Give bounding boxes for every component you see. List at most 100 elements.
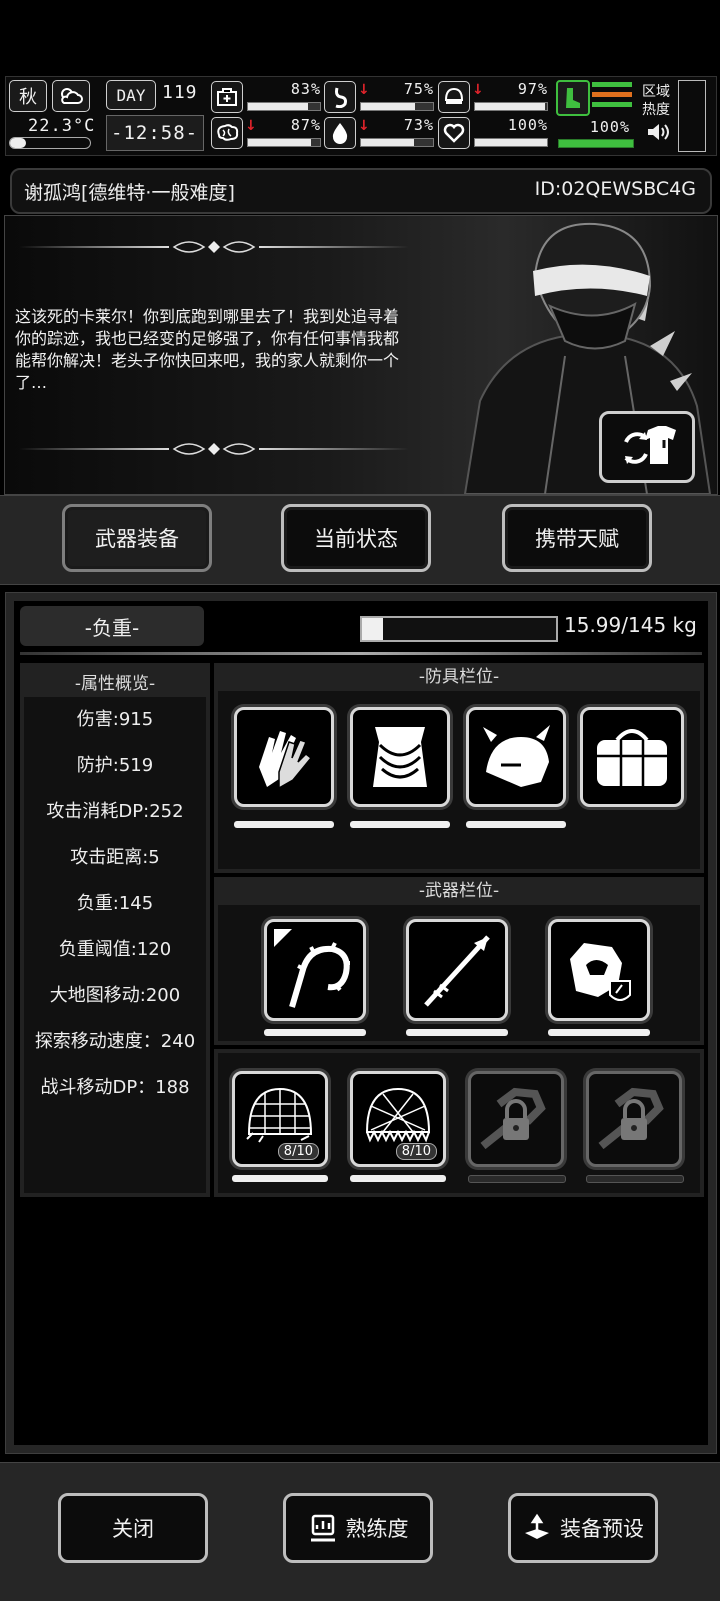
load-text: 15.99/145 kg	[564, 613, 697, 637]
equipment-panel: -负重- 15.99/145 kg -属性概览- 伤害:915 防护:519 攻…	[5, 592, 717, 1454]
stat-bar	[247, 102, 321, 111]
vest-icon	[373, 727, 427, 787]
attr-explore-speed: 探索移动速度：240	[34, 1031, 196, 1052]
armor-slot-gloves[interactable]	[234, 707, 334, 807]
preset-icon	[525, 1513, 549, 1539]
durability-bar	[234, 821, 334, 828]
consumable-slot-net-trap[interactable]: 8/10	[232, 1071, 328, 1167]
thermometer-icon	[9, 137, 91, 149]
attr-attack-range: 攻击距离:5	[70, 847, 160, 868]
attr-map-move: 大地图移动:200	[49, 985, 181, 1006]
attribute-list: 伤害:915 防护:519 攻击消耗DP:252 攻击距离:5 负重:145 负…	[24, 697, 206, 1193]
clock-panel: -12:58-	[106, 115, 204, 151]
season-badge: 秋	[9, 80, 47, 112]
proficiency-button[interactable]: 熟练度	[283, 1493, 433, 1563]
weapon-slot-fist[interactable]	[548, 919, 650, 1021]
armor-header: -防具栏位-	[418, 667, 500, 687]
close-label: 关闭	[112, 1517, 154, 1541]
preset-label: 装备预设	[560, 1517, 644, 1541]
bottom-action-bar: 关闭 熟练度 装备预设	[0, 1462, 720, 1601]
attribute-header: -属性概览-	[74, 674, 156, 694]
tab-carried-talents[interactable]: 携带天赋	[502, 504, 652, 572]
tab-label: 武器装备	[95, 527, 179, 551]
attr-load-threshold: 负重阈值:120	[58, 939, 172, 960]
stat-value: 100%	[507, 116, 548, 134]
attribute-overview: -属性概览- 伤害:915 防护:519 攻击消耗DP:252 攻击距离:5 负…	[20, 663, 210, 1197]
armor-slot-bag[interactable]	[580, 707, 684, 807]
horned-helmet-icon	[483, 725, 550, 787]
stat-bar	[247, 138, 321, 147]
durability-bar	[548, 1029, 650, 1036]
consumable-slots-panel: 8/10 8/10	[214, 1049, 704, 1197]
armored-fist-icon	[570, 943, 631, 1001]
lock-icon	[480, 1087, 546, 1150]
weather-icon	[52, 80, 90, 112]
tab-weapon-equipment[interactable]: 武器装备	[62, 504, 212, 572]
weapon-slot-whip[interactable]	[264, 919, 366, 1021]
gloves-icon	[259, 731, 313, 790]
temperature: 22.3°C	[28, 116, 96, 136]
spear-icon	[424, 935, 490, 1007]
load-progress-bar	[360, 616, 558, 642]
tab-bar: 武器装备 当前状态 携带天赋	[0, 495, 720, 585]
stomach-icon	[324, 81, 356, 113]
stamina-value: 100%	[589, 118, 630, 136]
stamina-block	[556, 80, 634, 116]
weapon-header: -武器栏位-	[418, 881, 500, 901]
attr-combat-move: 战斗移动DP：188	[40, 1077, 190, 1098]
boot-icon	[556, 80, 590, 116]
story-text: 这该死的卡莱尔！你到底跑到哪里去了！我到处追寻着你的踪迹，我也已经变的足够强了，…	[15, 307, 400, 392]
region-heat-label: 区域热度	[642, 84, 670, 118]
heart-icon	[438, 117, 470, 149]
player-name-bar: 谢孤鸿[德维特·一般难度] ID:02QEWSBC4G	[10, 168, 712, 214]
armor-slot-helmet[interactable]	[466, 707, 566, 807]
stat-bar	[360, 102, 434, 111]
clock: -12:58-	[111, 122, 199, 144]
day-label: DAY	[106, 80, 156, 110]
tab-current-status[interactable]: 当前状态	[281, 504, 431, 572]
stat-value: 97%	[517, 80, 548, 98]
consumable-slot-locked[interactable]	[586, 1071, 682, 1167]
proficiency-icon	[310, 1514, 335, 1542]
durability-bar	[264, 1029, 366, 1036]
tab-label: 携带天赋	[535, 527, 619, 551]
armor-slots-panel: -防具栏位-	[214, 663, 704, 873]
thorn-whip-icon	[274, 929, 350, 1008]
medkit-icon	[211, 81, 243, 113]
durability-bar	[466, 821, 566, 828]
player-id: ID:02QEWSBC4G	[534, 178, 696, 200]
water-drop-icon	[324, 117, 356, 149]
proficiency-label: 熟练度	[345, 1517, 409, 1541]
change-outfit-button[interactable]	[599, 411, 695, 483]
armor-slot-vest[interactable]	[350, 707, 450, 807]
stat-bar	[360, 138, 434, 147]
stat-value: 75%	[403, 80, 434, 98]
divider	[20, 652, 702, 655]
equipment-preset-button[interactable]: 装备预设	[508, 1493, 658, 1563]
durability-bar	[232, 1175, 328, 1182]
stat-value: 83%	[290, 80, 321, 98]
attr-damage: 伤害:915	[76, 709, 154, 730]
attr-attack-cost: 攻击消耗DP:252	[46, 801, 184, 822]
consumable-slot-spike-net[interactable]: 8/10	[350, 1071, 446, 1167]
season-label: 秋	[19, 87, 37, 108]
tab-label: 当前状态	[314, 527, 398, 551]
durability-bar	[350, 1175, 446, 1182]
ornament-divider	[19, 442, 409, 456]
speaker-icon[interactable]	[646, 121, 670, 147]
durability-bar	[406, 1029, 508, 1036]
bag-icon	[597, 729, 667, 786]
day-number: 119	[162, 82, 198, 103]
stat-bar	[474, 102, 548, 111]
stat-value: 87%	[290, 116, 321, 134]
lock-icon	[598, 1087, 664, 1150]
story-panel: 这该死的卡莱尔！你到底跑到哪里去了！我到处追寻着你的踪迹，我也已经变的足够强了，…	[4, 215, 718, 495]
consumable-slot-locked[interactable]	[468, 1071, 564, 1167]
region-heat-meter	[678, 80, 706, 152]
stat-bar	[474, 138, 548, 147]
outfit-swap-icon	[624, 426, 676, 464]
load-label: -负重-	[20, 606, 204, 646]
weapon-slot-spear[interactable]	[406, 919, 508, 1021]
item-count: 8/10	[395, 1143, 437, 1160]
close-button[interactable]: 关闭	[58, 1493, 208, 1563]
